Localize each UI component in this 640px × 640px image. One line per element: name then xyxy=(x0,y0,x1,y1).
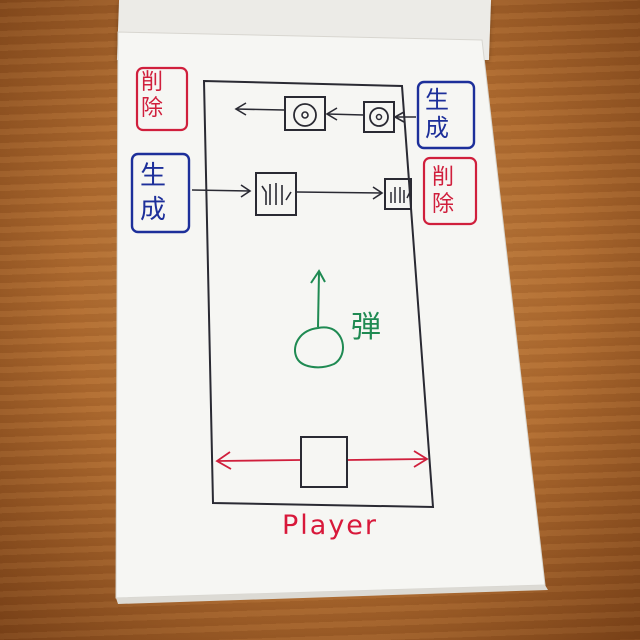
player-sketch xyxy=(300,436,348,488)
label-char: 除 xyxy=(432,192,455,217)
label-char: 生 xyxy=(140,161,167,191)
label-char: 生 xyxy=(425,86,449,114)
delete-label-top-left: 削 除 xyxy=(141,70,163,122)
label-char: 成 xyxy=(140,195,167,225)
bullet-label: 弾 xyxy=(351,310,381,345)
label-char: 成 xyxy=(425,114,449,142)
paper-sheet xyxy=(115,31,548,604)
spawn-label-top-right: 生 成 xyxy=(425,86,449,142)
spawn-label-mid-left: 生 成 xyxy=(140,159,166,227)
notepad: 削 除 生 成 生 成 削 除 弾 Player xyxy=(0,0,640,640)
player-label: Player xyxy=(282,510,379,541)
label-char: 削 xyxy=(141,70,164,95)
label-char: 削 xyxy=(432,165,455,190)
delete-label-mid-right: 削 除 xyxy=(432,164,454,218)
label-char: 除 xyxy=(141,96,164,121)
